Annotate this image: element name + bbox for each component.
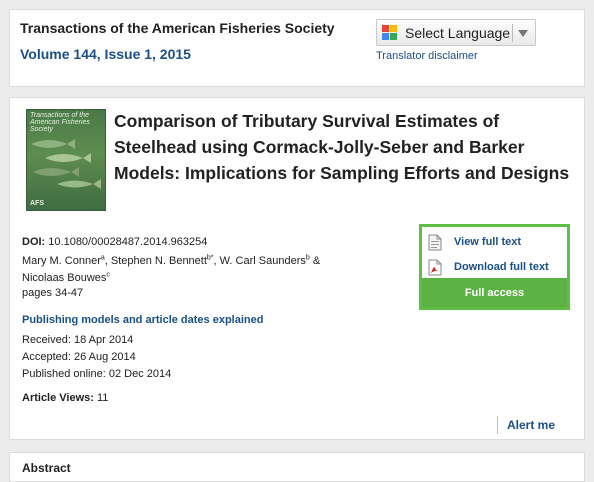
accepted-date: Accepted: 26 Aug 2014 <box>22 351 136 363</box>
journal-cover-image[interactable]: Transactions of the American Fisheries S… <box>26 109 106 211</box>
select-divider <box>512 24 513 42</box>
doi-label: DOI: <box>22 236 46 248</box>
abstract-panel: Abstract <box>9 452 585 482</box>
view-full-text-label: View full text <box>454 236 522 248</box>
language-select-label: Select Language <box>405 24 511 41</box>
full-access-box: View full text Download full text Full a… <box>419 224 570 310</box>
article-panel: Transactions of the American Fisheries S… <box>9 97 585 440</box>
volume-issue-link[interactable]: Volume 144, Issue 1, 2015 <box>20 46 191 62</box>
author-link[interactable]: W. Carl Saundersb <box>220 254 310 267</box>
publishing-models-link[interactable]: Publishing models and article dates expl… <box>22 314 263 326</box>
article-views: Article Views: 11 <box>22 392 108 404</box>
author-list: Mary M. Connera, Stephen N. Bennettb*, W… <box>22 254 321 284</box>
author-link[interactable]: Nicolaas Bouwesc <box>22 271 110 284</box>
doi-line: DOI: 10.1080/00028487.2014.963254 <box>22 236 207 248</box>
language-select[interactable]: Select Language <box>376 19 536 46</box>
download-full-text-label: Download full text <box>454 261 549 273</box>
download-full-text-link[interactable]: Download full text <box>428 257 549 277</box>
cover-logo: AFS <box>30 200 44 207</box>
article-title: Comparison of Tributary Survival Estimat… <box>114 111 570 183</box>
document-icon <box>428 234 442 250</box>
translator-disclaimer-link[interactable]: Translator disclaimer <box>376 50 478 62</box>
doi-value: 10.1080/00028487.2014.963254 <box>45 236 208 248</box>
google-translate-icon <box>382 24 397 40</box>
fish-illustration <box>31 139 101 189</box>
abstract-heading: Abstract <box>22 461 71 475</box>
journal-title: Transactions of the American Fisheries S… <box>20 20 335 36</box>
received-date: Received: 18 Apr 2014 <box>22 334 134 346</box>
page-range: pages 34-47 <box>22 287 84 299</box>
view-full-text-link[interactable]: View full text <box>428 232 521 252</box>
chevron-down-icon <box>518 30 528 37</box>
author-link[interactable]: Stephen N. Bennettb* <box>111 254 214 267</box>
alert-me-link[interactable]: Alert me <box>497 416 555 434</box>
full-access-button[interactable]: Full access <box>422 278 567 307</box>
article-views-label: Article Views: <box>22 392 94 404</box>
article-views-count: 11 <box>93 392 109 404</box>
cover-title: Transactions of the American Fisheries S… <box>30 112 90 133</box>
published-date: Published online: 02 Dec 2014 <box>22 368 172 380</box>
pdf-icon <box>428 259 442 275</box>
author-link[interactable]: Mary M. Connera <box>22 254 105 267</box>
